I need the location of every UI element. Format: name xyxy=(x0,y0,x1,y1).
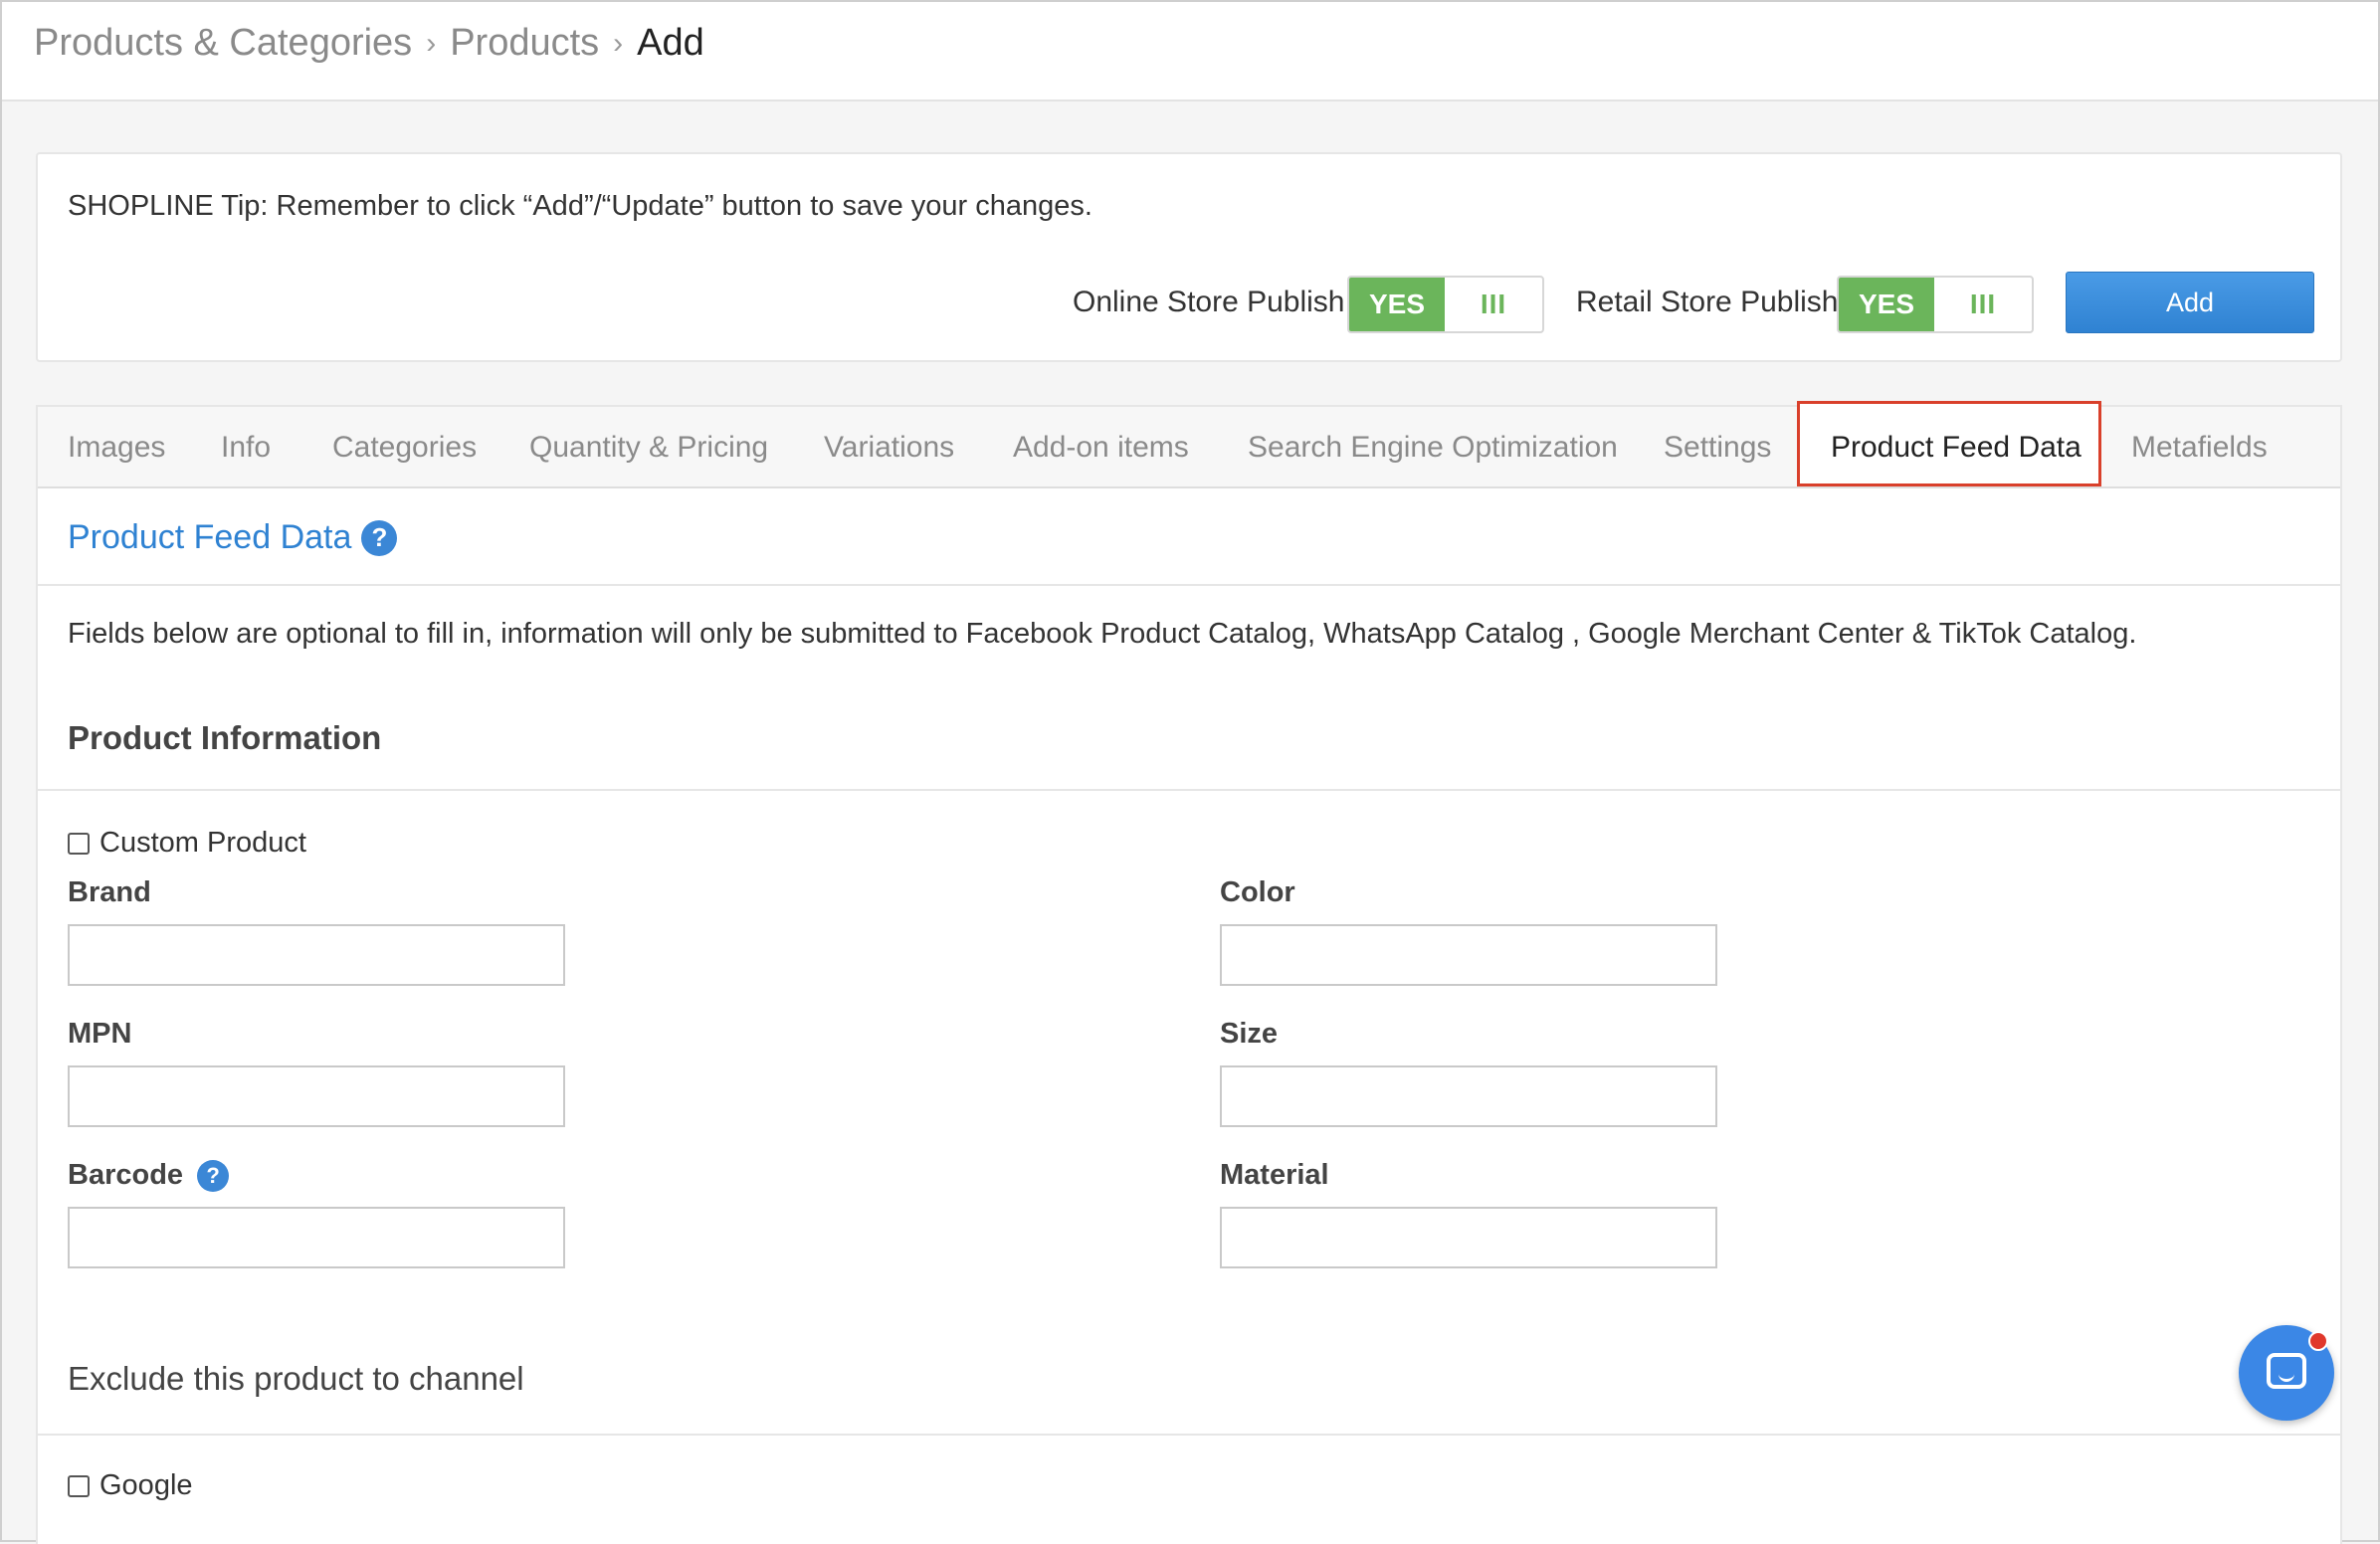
breadcrumb: Products & Categories › Products › Add xyxy=(34,22,704,65)
add-button[interactable]: Add xyxy=(2066,272,2314,333)
tab-add-on-items[interactable]: Add-on items xyxy=(1013,431,1189,465)
section-title: Product Feed Data ? xyxy=(68,518,398,557)
mpn-label: MPN xyxy=(68,1018,131,1051)
brand-input[interactable] xyxy=(68,924,565,986)
online-store-publish-toggle[interactable]: YES III xyxy=(1347,276,1544,333)
size-label: Size xyxy=(1220,1018,1278,1051)
barcode-label-text: Barcode xyxy=(68,1159,184,1191)
size-label-text: Size xyxy=(1220,1018,1279,1050)
color-label-text: Color xyxy=(1220,876,1295,908)
tip-panel: SHOPLINE Tip: Remember to click “Add”/“U… xyxy=(36,152,2342,362)
help-icon[interactable]: ? xyxy=(361,519,398,556)
divider xyxy=(38,584,2340,586)
chevron-right-icon: › xyxy=(426,26,437,60)
notification-dot xyxy=(2308,1331,2328,1351)
toggle-handle-icon: III xyxy=(1969,289,1997,319)
color-input[interactable] xyxy=(1220,924,1717,986)
tab-metafields[interactable]: Metafields xyxy=(2131,431,2268,465)
toggle-handle-icon: III xyxy=(1480,289,1507,319)
retail-store-publish-label: Retail Store Publish xyxy=(1576,286,1839,318)
breadcrumb-products-categories[interactable]: Products & Categories xyxy=(34,22,412,65)
size-input[interactable] xyxy=(1220,1065,1717,1127)
divider xyxy=(38,1434,2340,1436)
top-bar: Products & Categories › Products › Add xyxy=(2,2,2378,101)
custom-product-checkbox[interactable] xyxy=(68,832,90,855)
tab-variations[interactable]: Variations xyxy=(824,431,954,465)
material-input[interactable] xyxy=(1220,1207,1717,1268)
tab-quantity-pricing[interactable]: Quantity & Pricing xyxy=(529,431,768,465)
tip-text: SHOPLINE Tip: Remember to click “Add”/“U… xyxy=(68,190,1092,222)
breadcrumb-current: Add xyxy=(637,22,704,64)
tab-settings[interactable]: Settings xyxy=(1664,431,1771,465)
google-checkbox[interactable] xyxy=(68,1474,90,1497)
chat-launcher-button[interactable] xyxy=(2239,1325,2334,1421)
color-label: Color xyxy=(1220,876,1295,909)
online-store-publish-label: Online Store Publish xyxy=(1073,286,1345,318)
tab-categories[interactable]: Categories xyxy=(332,431,477,465)
mpn-label-text: MPN xyxy=(68,1018,132,1050)
divider xyxy=(38,789,2340,791)
brand-label-text: Brand xyxy=(68,876,151,908)
brand-label: Brand xyxy=(68,876,151,909)
material-label-text: Material xyxy=(1220,1159,1329,1191)
section-title-text: Product Feed Data xyxy=(68,518,352,556)
retail-store-publish-toggle[interactable]: YES III xyxy=(1837,276,2034,333)
tab-images[interactable]: Images xyxy=(68,431,165,465)
chat-icon xyxy=(2267,1353,2306,1389)
barcode-input[interactable] xyxy=(68,1207,565,1268)
barcode-label: Barcode ? xyxy=(68,1159,230,1192)
tab-bar: Images Info Categories Quantity & Pricin… xyxy=(38,401,2340,488)
custom-product-label: Custom Product xyxy=(99,827,306,859)
exclude-channel-heading: Exclude this product to channel xyxy=(68,1360,524,1397)
mpn-input[interactable] xyxy=(68,1065,565,1127)
material-label: Material xyxy=(1220,1159,1329,1192)
google-channel-row[interactable]: Google xyxy=(68,1469,193,1502)
tab-product-feed-data[interactable]: Product Feed Data xyxy=(1831,431,2082,465)
google-label: Google xyxy=(99,1469,193,1501)
product-information-heading: Product Information xyxy=(68,719,382,756)
custom-product-row[interactable]: Custom Product xyxy=(68,827,306,860)
toggle-yes-label: YES xyxy=(1839,278,1934,331)
product-feed-card: Images Info Categories Quantity & Pricin… xyxy=(36,401,2342,1544)
chevron-right-icon: › xyxy=(613,26,624,60)
tab-info[interactable]: Info xyxy=(221,431,271,465)
toggle-yes-label: YES xyxy=(1349,278,1445,331)
section-description: Fields below are optional to fill in, in… xyxy=(68,618,2137,650)
tab-search-engine-optimization[interactable]: Search Engine Optimization xyxy=(1248,431,1618,465)
barcode-help-icon[interactable]: ? xyxy=(197,1159,230,1192)
breadcrumb-products[interactable]: Products xyxy=(450,22,599,65)
